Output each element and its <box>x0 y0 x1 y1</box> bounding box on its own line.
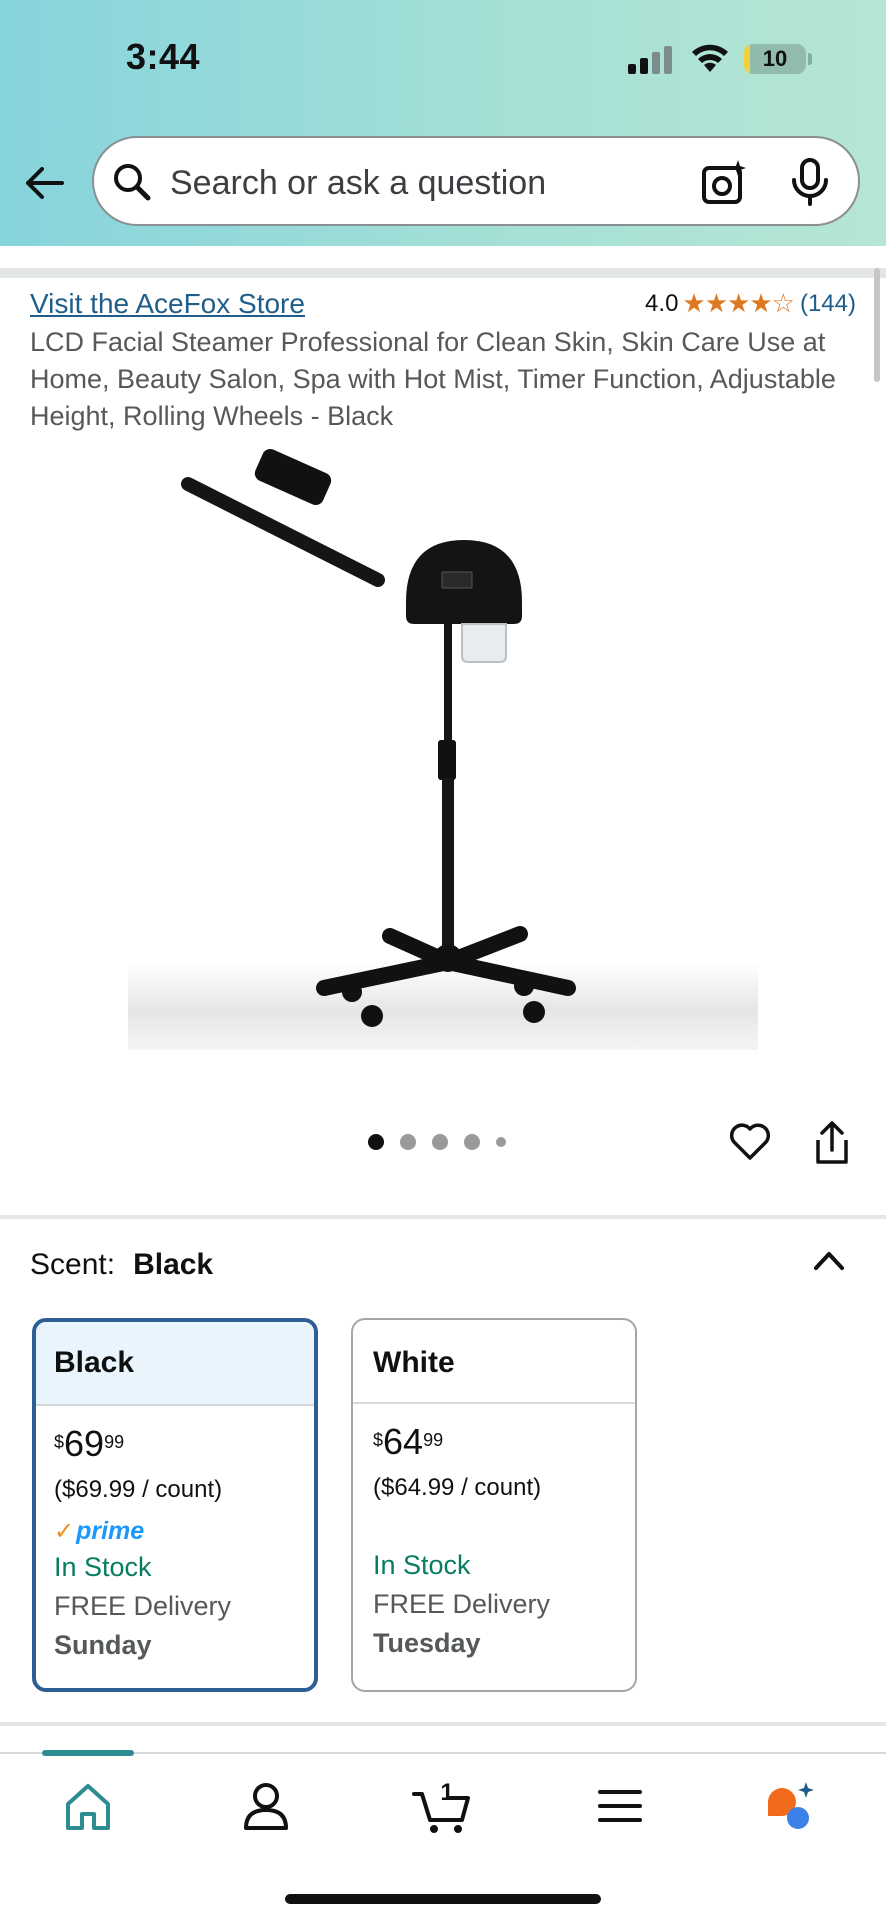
product-title: LCD Facial Steamer Professional for Clea… <box>30 327 836 431</box>
carousel-dot[interactable] <box>368 1134 384 1150</box>
battery-tip <box>808 53 812 65</box>
account-icon[interactable] <box>236 1776 296 1836</box>
variant-label: Scent: Black <box>30 1248 213 1282</box>
microphone-icon[interactable] <box>790 158 830 206</box>
cart-icon[interactable]: 1 <box>412 1776 472 1836</box>
delivery-day: Tuesday <box>373 1628 481 1658</box>
search-placeholder: Search or ask a question <box>170 164 547 202</box>
image-carousel-dots[interactable] <box>368 1134 506 1150</box>
status-time: 3:44 <box>126 36 201 77</box>
section-divider <box>0 1215 886 1219</box>
variant-price: $6499 <box>373 1421 444 1462</box>
home-icon[interactable] <box>58 1776 118 1836</box>
search-icon <box>114 164 151 201</box>
rating-count[interactable]: (144) <box>800 290 856 318</box>
carousel-dot[interactable] <box>496 1137 506 1147</box>
carousel-dot[interactable] <box>464 1134 480 1150</box>
search-input[interactable]: Search or ask a question <box>92 136 860 226</box>
battery-level: 10 <box>762 46 788 71</box>
camera-search-icon[interactable] <box>700 158 748 206</box>
chevron-up-icon[interactable] <box>812 1244 846 1278</box>
carousel-dot[interactable] <box>432 1134 448 1150</box>
stock-status: In Stock <box>373 1550 471 1580</box>
prime-badge: ✓ prime <box>54 1516 145 1545</box>
carousel-dot[interactable] <box>400 1134 416 1150</box>
section-divider <box>0 268 886 278</box>
cart-count: 1 <box>440 1779 453 1806</box>
variant-unit-price: ($64.99 / count) <box>373 1474 542 1501</box>
delivery-text: FREE Delivery <box>54 1591 232 1621</box>
variant-unit-price: ($69.99 / count) <box>54 1476 223 1503</box>
cellular-signal-icon <box>628 46 672 74</box>
variant-option-name: White <box>353 1320 635 1404</box>
nav-active-indicator <box>42 1750 134 1756</box>
wifi-icon <box>692 44 728 72</box>
delivery-day: Sunday <box>54 1630 152 1660</box>
variant-label-text: Scent: <box>30 1248 116 1281</box>
bottom-nav: 1 <box>0 1750 886 1920</box>
prime-check-icon: ✓ <box>54 1517 75 1545</box>
rufus-assistant-icon[interactable] <box>760 1776 820 1836</box>
variant-selected-value: Black <box>133 1248 214 1281</box>
variant-price: $6999 <box>54 1423 125 1464</box>
scrollbar[interactable] <box>874 268 880 382</box>
battery-icon: 10 <box>744 44 806 74</box>
stock-status: In Stock <box>54 1552 152 1582</box>
variant-option-name: Black <box>36 1322 314 1406</box>
wishlist-heart-icon[interactable] <box>728 1120 772 1164</box>
delivery-text: FREE Delivery <box>373 1589 551 1619</box>
back-arrow-icon[interactable] <box>22 160 68 206</box>
section-divider <box>0 1722 886 1726</box>
share-icon[interactable] <box>812 1120 852 1166</box>
prime-badge-empty <box>373 1514 615 1544</box>
menu-icon[interactable] <box>590 1776 650 1836</box>
variant-option-black[interactable]: Black $6999 ($69.99 / count) ✓ prime In S… <box>32 1318 318 1692</box>
header: 3:44 10 Search or ask a question <box>0 0 886 246</box>
product-image[interactable] <box>128 440 758 1050</box>
rating-value: 4.0 <box>645 289 679 317</box>
store-link[interactable]: Visit the AceFox Store <box>30 288 305 320</box>
star-rating-icon: ★★★★☆ <box>682 288 795 318</box>
rating[interactable]: 4.0 ★★★★☆ (144) <box>645 288 856 319</box>
variant-option-white[interactable]: White $6499 ($64.99 / count) In Stock FR… <box>351 1318 637 1692</box>
home-indicator[interactable] <box>285 1894 601 1904</box>
